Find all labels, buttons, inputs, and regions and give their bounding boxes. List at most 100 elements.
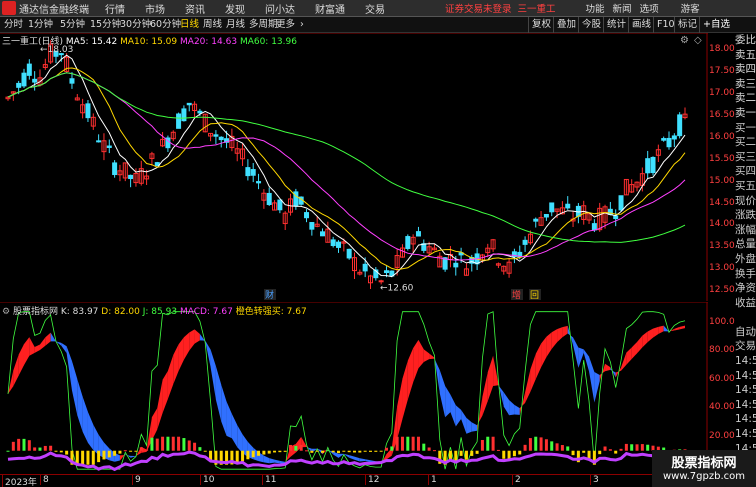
candle-body: [346, 248, 352, 259]
kdj-blue-band: [445, 385, 451, 418]
stock-label: 三一重工(日线): [2, 37, 64, 47]
candle-body: [106, 145, 112, 148]
candle-body: [16, 82, 22, 88]
j-label: J: 85.93: [142, 307, 178, 317]
kdj-blue-band: [471, 422, 478, 432]
kdj-red-band: [535, 343, 542, 380]
candle-body: [85, 103, 91, 119]
indicator-axis: 100.080.0060.0040.0020.000.00: [708, 302, 735, 474]
period-weekly[interactable]: 周线: [203, 17, 222, 33]
macd-bar: [241, 450, 245, 462]
menu-options[interactable]: 选项: [640, 1, 659, 15]
kdj-blue-band: [61, 342, 67, 354]
chevron-right-icon[interactable]: ›: [300, 17, 304, 33]
btn-adjust[interactable]: 复权: [528, 17, 554, 33]
period-tick[interactable]: 分时: [4, 17, 23, 33]
menu-quotes[interactable]: 行情: [105, 1, 125, 16]
period-30min[interactable]: 30分钟: [120, 17, 151, 33]
quote-row: 14:5: [735, 398, 756, 411]
kdj-blue-band: [210, 349, 216, 400]
macd-bar: [33, 447, 37, 451]
menu-ask[interactable]: 问小达: [265, 1, 295, 16]
period-daily[interactable]: 日线: [180, 17, 199, 33]
candle-body: [415, 231, 421, 237]
settings-gear-icon[interactable]: ⚙: [680, 35, 689, 46]
macd-bar: [614, 450, 618, 454]
macd-bar: [321, 450, 325, 453]
kdj-red-band: [157, 379, 163, 430]
collapse-icon[interactable]: ◇: [694, 35, 702, 46]
period-60min[interactable]: 60分钟: [150, 17, 181, 33]
kdj-red-band: [189, 329, 195, 351]
btn-today[interactable]: 今股: [578, 17, 604, 33]
menu-wealth[interactable]: 财富通: [315, 1, 345, 16]
candle-body: [21, 72, 27, 87]
menu-market[interactable]: 市场: [145, 1, 165, 16]
btn-stats[interactable]: 统计: [603, 17, 629, 33]
kdj-blue-band: [439, 370, 446, 418]
macd-bar: [27, 440, 31, 451]
period-more[interactable]: 更多: [276, 17, 295, 33]
quote-row: 交易: [735, 340, 756, 353]
kdj-blue-band: [354, 456, 360, 462]
kdj-blue-band: [503, 392, 510, 416]
indicator-tick: 40.00: [709, 402, 735, 413]
macd-bar: [550, 441, 554, 451]
btn-overlay[interactable]: 叠加: [553, 17, 579, 33]
kdj-blue-band: [461, 409, 467, 434]
period-15min[interactable]: 15分钟: [90, 17, 121, 33]
period-monthly[interactable]: 月线: [226, 17, 245, 33]
quote-row: 14:5: [735, 369, 756, 382]
macd-bar: [155, 438, 159, 451]
indicator-gear-icon[interactable]: ⚙: [2, 307, 10, 317]
login-warning[interactable]: 证券交易未登录: [445, 1, 512, 15]
btn-mark[interactable]: 标记: [674, 17, 700, 33]
price-tick: 15.00: [709, 175, 735, 186]
macd-bar: [416, 436, 420, 451]
menu-news[interactable]: 新闻: [613, 1, 632, 15]
kdj-red-band: [626, 347, 632, 365]
return-marker: 回: [530, 290, 539, 301]
quote-row: 买三: [735, 150, 756, 163]
macd-bar: [560, 445, 564, 451]
macd-bar: [113, 450, 117, 456]
indicator-chart[interactable]: [0, 302, 708, 474]
kdj-blue-band: [365, 459, 371, 463]
price-tick: 18.00: [709, 44, 735, 55]
macd-bar: [102, 450, 106, 460]
btn-draw[interactable]: 画线: [628, 17, 654, 33]
macd-bar: [518, 450, 522, 455]
macd-bar: [22, 438, 26, 451]
menu-function[interactable]: 功能: [586, 1, 605, 15]
ma20-line: [7, 72, 686, 261]
macd-bar: [97, 450, 101, 463]
candle-body: [320, 231, 326, 237]
price-tick: 13.00: [709, 263, 735, 274]
candle-body: [266, 192, 272, 206]
d-label: D: 82.00: [101, 307, 140, 317]
ma5-label: MA5: 15.42: [65, 37, 118, 47]
kdj-red-band: [173, 344, 179, 385]
kdj-red-band: [418, 339, 424, 369]
indicator-name[interactable]: 股票指标网: [13, 307, 58, 317]
date-tick: 3: [590, 475, 599, 485]
period-5min[interactable]: 5分钟: [60, 17, 85, 33]
menu-trade[interactable]: 交易: [365, 1, 385, 16]
macd-bar: [150, 437, 154, 451]
kdj-blue-band: [450, 394, 456, 427]
macd-bar: [267, 450, 271, 454]
period-multi[interactable]: 多周期: [249, 17, 278, 33]
candle-body: [250, 169, 256, 176]
menu-discover[interactable]: 发现: [225, 1, 245, 16]
menu-info[interactable]: 资讯: [185, 1, 205, 16]
candle-body: [362, 263, 368, 272]
period-1min[interactable]: 1分钟: [28, 17, 53, 33]
menu-guest[interactable]: 游客: [681, 1, 700, 15]
date-tick: 12: [365, 475, 379, 485]
macd-bar: [182, 438, 186, 451]
kdj-blue-band: [231, 413, 238, 448]
macd-bar: [65, 450, 69, 455]
btn-add-watchlist[interactable]: +自选: [699, 17, 733, 33]
kline-chart[interactable]: ←18.03←12.60财增回: [0, 33, 708, 301]
date-tick: 11: [262, 475, 276, 485]
